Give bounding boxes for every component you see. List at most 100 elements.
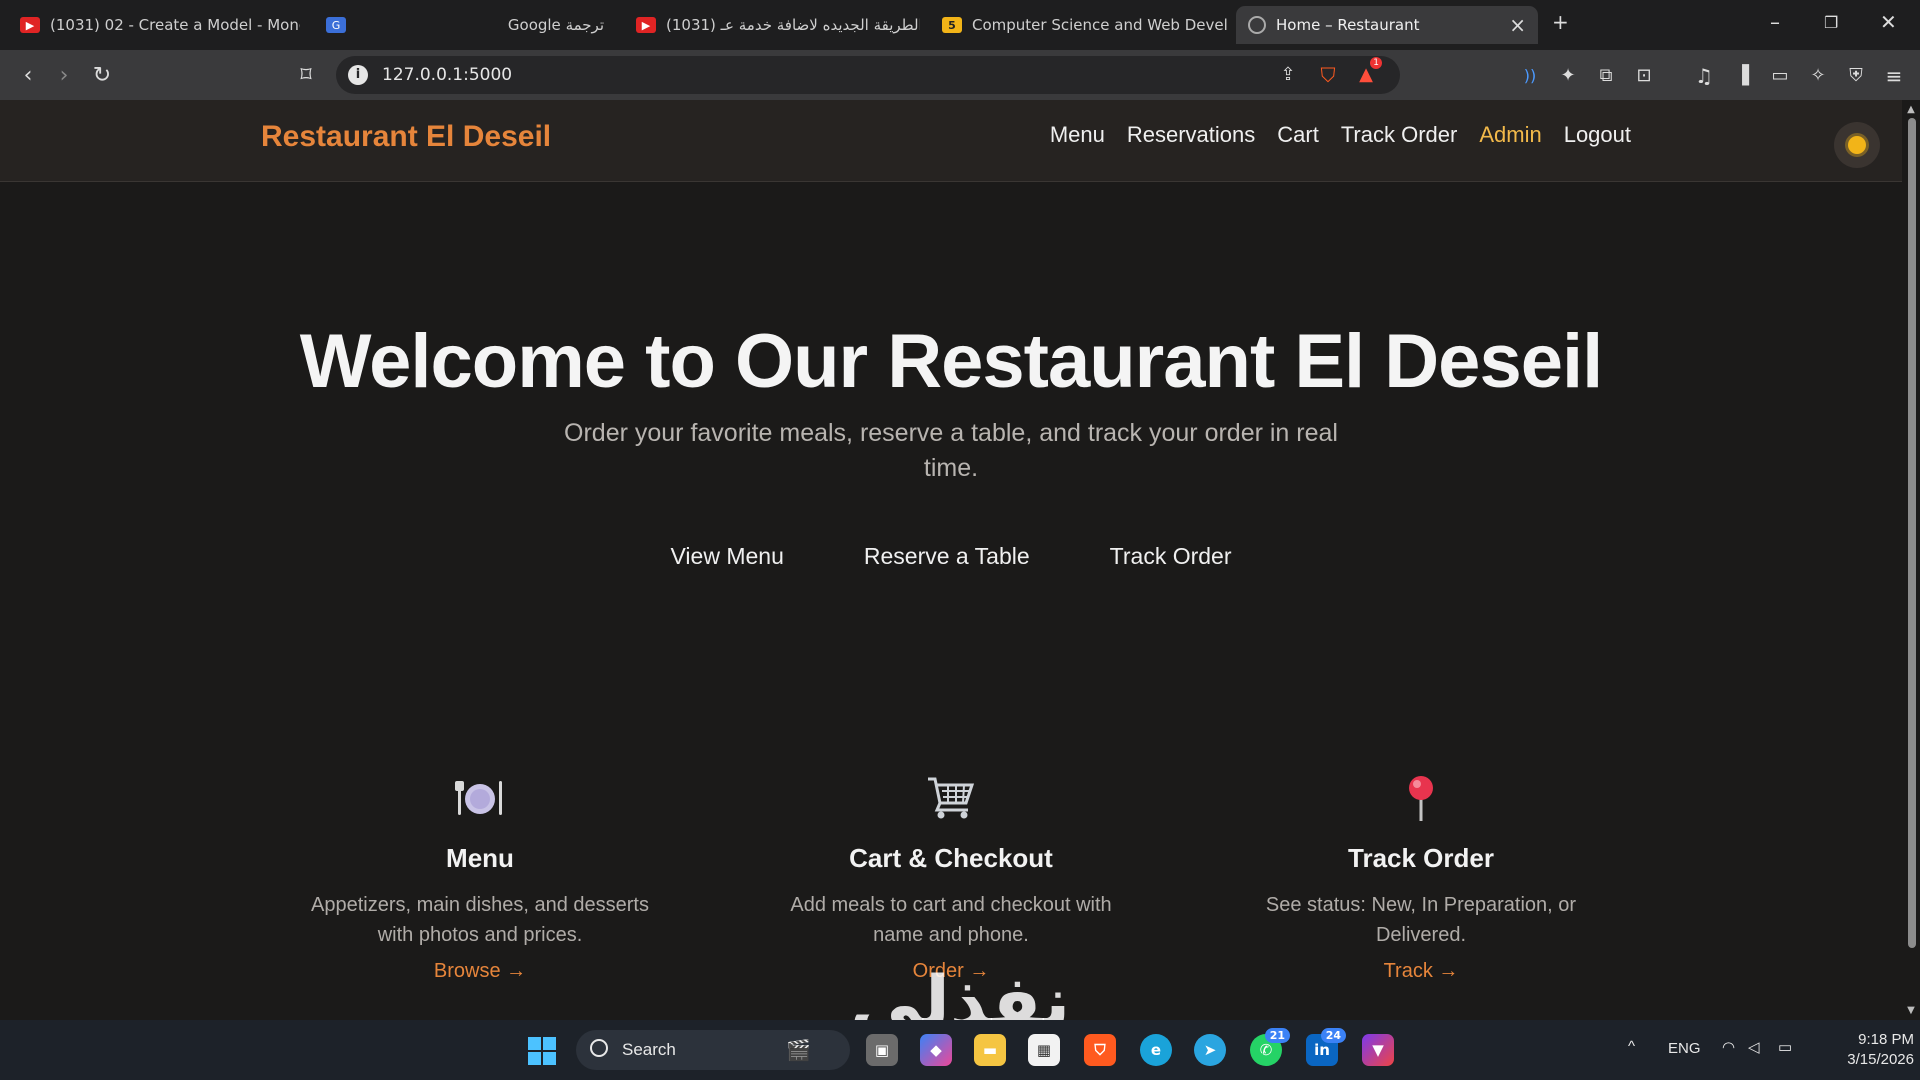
feature-description: See status: New, In Preparation, or Deli… bbox=[1265, 894, 1577, 946]
hero-title: Welcome to Our Restaurant El Deseil bbox=[299, 319, 1603, 404]
leo-ai-icon[interactable]: ✧ bbox=[1804, 62, 1832, 90]
whatsapp-badge: 21 bbox=[1264, 1028, 1290, 1043]
clock-time: 9:18 PM bbox=[1858, 1031, 1914, 1048]
taskbar-clock[interactable]: 9:18 PM 3/15/2026 bbox=[1814, 1030, 1914, 1070]
bookmark-icon[interactable]: ⌑ bbox=[292, 62, 320, 90]
taskbar-search[interactable]: Search 🎬 bbox=[576, 1030, 850, 1070]
windows-start-icon[interactable] bbox=[528, 1037, 556, 1065]
feature-description: Appetizers, main dishes, and desserts wi… bbox=[311, 894, 649, 946]
youtube-icon: ▶ bbox=[636, 17, 656, 33]
nav-track-order[interactable]: Track Order bbox=[1341, 122, 1458, 148]
brave-icon[interactable]: ⛉ bbox=[1084, 1034, 1116, 1066]
track-link[interactable]: Track → bbox=[1221, 960, 1621, 983]
search-icon bbox=[590, 1039, 608, 1057]
edge-icon[interactable]: e bbox=[1140, 1034, 1172, 1066]
browser-tab[interactable]: ▶ (1031) 02 - Create a Model - Mongo bbox=[8, 6, 300, 44]
minimize-icon[interactable]: – bbox=[1770, 10, 1780, 34]
language-indicator[interactable]: ENG bbox=[1668, 1040, 1701, 1057]
store-icon[interactable]: ▦ bbox=[1028, 1034, 1060, 1066]
view-menu-button[interactable]: View Menu bbox=[671, 543, 784, 570]
volume-icon[interactable]: ◁ bbox=[1748, 1038, 1760, 1056]
sidebar-icon[interactable]: ▐ bbox=[1728, 62, 1756, 90]
brave-rewards-icon[interactable]: ▲ 1 bbox=[1352, 57, 1382, 89]
linkedin-icon[interactable]: in 24 bbox=[1306, 1028, 1346, 1066]
address-bar[interactable]: i 127.0.0.1:5000 ⇪ ⛉ ▲ 1 bbox=[336, 56, 1400, 94]
vpn-icon[interactable]: ⛨ bbox=[1842, 62, 1870, 90]
back-icon[interactable]: ‹ bbox=[14, 62, 42, 90]
wallet-connect-icon[interactable]: )) bbox=[1516, 62, 1544, 90]
extension-icon[interactable]: ✦ bbox=[1554, 62, 1582, 90]
telegram-icon[interactable]: ➤ bbox=[1194, 1034, 1226, 1066]
task-view-icon[interactable]: ▣ bbox=[866, 1034, 898, 1066]
browser-tab[interactable]: 5 Computer Science and Web Develop bbox=[930, 6, 1228, 44]
nav-menu[interactable]: Menu bbox=[1050, 122, 1105, 148]
browser-toolbar: ‹ › ↻ ⌑ i 127.0.0.1:5000 ⇪ ⛉ ▲ 1 )) ✦ ⧉ … bbox=[0, 50, 1920, 100]
nav-logout[interactable]: Logout bbox=[1564, 122, 1631, 148]
site-brand[interactable]: Restaurant El Deseil bbox=[261, 120, 551, 154]
battery-icon[interactable]: ▭ bbox=[1778, 1038, 1792, 1056]
music-icon[interactable]: ♫ bbox=[1690, 62, 1718, 90]
windows-taskbar: Search 🎬 ▣ ◆ ▬ ▦ ⛉ e ➤ ✆ 21 in 24 ▼ ^ EN… bbox=[0, 1020, 1920, 1080]
globe-icon bbox=[1248, 16, 1266, 34]
track-order-button[interactable]: Track Order bbox=[1110, 543, 1232, 570]
nav-reservations[interactable]: Reservations bbox=[1127, 122, 1255, 148]
feature-card-menu: Menu Appetizers, main dishes, and desser… bbox=[280, 775, 680, 983]
browse-link[interactable]: Browse → bbox=[280, 960, 680, 983]
clock-date: 3/15/2026 bbox=[1847, 1051, 1914, 1068]
wifi-icon[interactable]: ◠ bbox=[1722, 1038, 1735, 1056]
order-link[interactable]: Order → bbox=[751, 960, 1151, 983]
tab-title: Computer Science and Web Develop bbox=[972, 16, 1228, 34]
reload-icon[interactable]: ↻ bbox=[88, 62, 116, 90]
wallet-icon[interactable]: ▭ bbox=[1766, 62, 1794, 90]
hero-subtitle: Order your favorite meals, reserve a tab… bbox=[564, 419, 1338, 482]
browser-tab-active[interactable]: Home – Restaurant × bbox=[1236, 6, 1538, 44]
browser-tabstrip: ▶ (1031) 02 - Create a Model - Mongo G G… bbox=[0, 0, 1920, 50]
browser-tab[interactable]: ▶ (1031) الطريقة الجديده لاضافة خدمة عـ bbox=[624, 6, 920, 44]
feature-title: Track Order bbox=[1348, 843, 1494, 873]
url-text[interactable]: 127.0.0.1:5000 bbox=[382, 65, 512, 85]
file-explorer-icon[interactable]: ▬ bbox=[974, 1034, 1006, 1066]
whatsapp-icon[interactable]: ✆ 21 bbox=[1250, 1028, 1290, 1066]
nav-links: Menu Reservations Cart Track Order Admin… bbox=[1050, 122, 1631, 148]
tab-title: Google ترجمة bbox=[507, 16, 604, 34]
site-navbar: Restaurant El Deseil Menu Reservations C… bbox=[0, 100, 1902, 182]
nav-admin[interactable]: Admin bbox=[1479, 122, 1541, 148]
scroll-up-icon[interactable]: ▲ bbox=[1905, 104, 1917, 115]
menu-icon[interactable]: ≡ bbox=[1880, 62, 1908, 90]
page-viewport: Restaurant El Deseil Menu Reservations C… bbox=[0, 100, 1902, 1020]
page-scrollbar[interactable]: ▲ ▼ bbox=[1902, 100, 1920, 1020]
pushpin-icon bbox=[1396, 775, 1446, 821]
tab-title: (1031) 02 - Create a Model - Mongo bbox=[50, 16, 300, 34]
restore-icon[interactable]: ❐ bbox=[1824, 13, 1838, 32]
tray-chevron-icon[interactable]: ^ bbox=[1628, 1038, 1635, 1055]
five-icon: 5 bbox=[942, 17, 962, 33]
nav-cart[interactable]: Cart bbox=[1277, 122, 1319, 148]
browser-tab[interactable]: G Google ترجمة bbox=[314, 6, 616, 44]
tab-title: Home – Restaurant bbox=[1276, 16, 1420, 34]
puzzle-icon[interactable]: ⧉ bbox=[1592, 62, 1620, 90]
youtube-icon: ▶ bbox=[20, 17, 40, 33]
clapper-icon: 🎬 bbox=[786, 1038, 811, 1062]
copilot-icon[interactable]: ◆ bbox=[920, 1034, 952, 1066]
share-icon[interactable]: ⇪ bbox=[1274, 61, 1302, 89]
feature-title: Menu bbox=[446, 843, 514, 873]
reserve-table-button[interactable]: Reserve a Table bbox=[864, 543, 1030, 570]
app-icon[interactable]: ▼ bbox=[1362, 1034, 1394, 1066]
hero-buttons: View Menu Reserve a Table Track Order bbox=[0, 543, 1902, 570]
close-icon[interactable]: × bbox=[1509, 13, 1526, 37]
feature-card-track: Track Order See status: New, In Preparat… bbox=[1221, 775, 1621, 983]
brave-shields-icon[interactable]: ⛉ bbox=[1314, 61, 1342, 89]
translate-icon: G bbox=[326, 17, 346, 33]
window-close-icon[interactable]: ✕ bbox=[1880, 10, 1897, 34]
scroll-thumb[interactable] bbox=[1908, 118, 1916, 948]
tab-title: (1031) الطريقة الجديده لاضافة خدمة عـ bbox=[666, 16, 920, 34]
linkedin-badge: 24 bbox=[1320, 1028, 1346, 1043]
sun-icon bbox=[1848, 136, 1866, 154]
screenshot-icon[interactable]: ⊡ bbox=[1630, 62, 1658, 90]
new-tab-button[interactable]: + bbox=[1552, 10, 1569, 34]
theme-toggle-button[interactable] bbox=[1834, 122, 1880, 168]
forward-icon[interactable]: › bbox=[50, 62, 78, 90]
scroll-down-icon[interactable]: ▼ bbox=[1905, 1005, 1917, 1016]
search-label: Search bbox=[622, 1040, 676, 1059]
site-info-icon[interactable]: i bbox=[348, 65, 368, 85]
